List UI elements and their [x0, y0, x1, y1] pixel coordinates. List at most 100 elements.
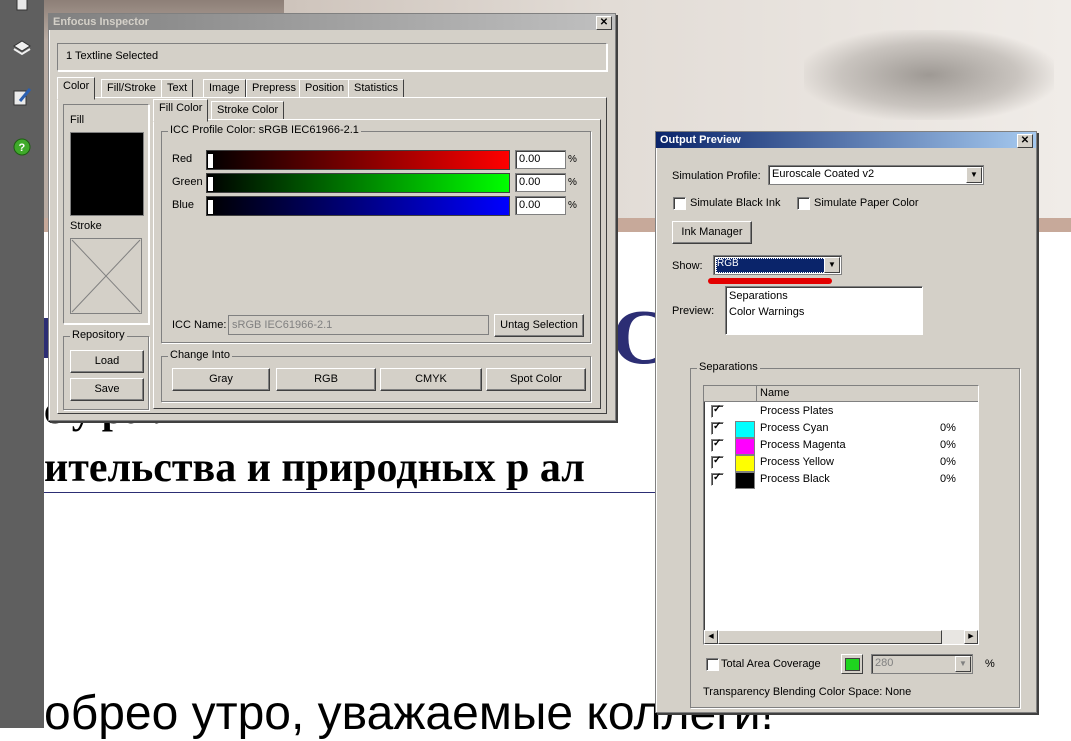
tab-stroke-color[interactable]: Stroke Color	[211, 101, 285, 121]
fill-swatch[interactable]	[70, 132, 144, 216]
cyan-checkbox[interactable]: ✓	[711, 421, 724, 435]
show-label: Show:	[672, 260, 703, 272]
yellow-swatch	[735, 455, 755, 472]
red-label: Red	[172, 153, 193, 165]
simulation-profile-label: Simulation Profile:	[672, 170, 761, 182]
tab-text[interactable]: Text	[161, 79, 194, 99]
separation-percent: 0%	[940, 473, 956, 485]
close-icon[interactable]: ✕	[596, 16, 612, 30]
separation-row-cyan[interactable]: ✓ Process Cyan 0%	[704, 421, 974, 438]
separation-percent: 0%	[940, 439, 956, 451]
gray-button[interactable]: Gray	[172, 368, 270, 391]
tab-statistics[interactable]: Statistics	[348, 79, 405, 99]
ink-manager-button[interactable]: Ink Manager	[672, 221, 752, 244]
simulate-paper-color-label[interactable]: Simulate Paper Color	[814, 197, 919, 209]
separation-row-plates[interactable]: ✓ Process Plates	[704, 404, 974, 421]
svg-text:?: ?	[19, 142, 26, 154]
preview-label: Preview:	[672, 305, 715, 317]
horizontal-scrollbar[interactable]: ◀ ▶	[704, 630, 978, 644]
preview-list[interactable]: Separations Color Warnings	[725, 286, 923, 335]
red-slider[interactable]	[206, 150, 510, 170]
green-slider[interactable]	[206, 173, 510, 193]
change-into-group: Change Into Gray RGB CMYK Spot Color	[161, 349, 591, 402]
show-select[interactable]: RGB ▼	[713, 255, 842, 275]
stroke-none-swatch[interactable]	[70, 238, 142, 314]
inspector-title: Enfocus Inspector	[53, 16, 149, 28]
magenta-checkbox[interactable]: ✓	[711, 438, 724, 452]
output-preview-title: Output Preview	[660, 134, 741, 146]
icc-name-label: ICC Name:	[172, 319, 227, 331]
output-preview-titlebar[interactable]: Output Preview ✕	[656, 132, 1036, 148]
coverage-value-select: 280 ▼	[871, 654, 973, 674]
cyan-swatch	[735, 421, 755, 438]
tab-image[interactable]: Image	[203, 79, 246, 99]
percent-column-header	[933, 386, 978, 402]
close-icon[interactable]: ✕	[1017, 134, 1033, 148]
edit-document-icon[interactable]	[12, 87, 32, 107]
cmyk-button[interactable]: CMYK	[380, 368, 482, 391]
simulate-black-ink-checkbox[interactable]	[673, 197, 686, 210]
blue-slider[interactable]	[206, 196, 510, 216]
separation-row-black[interactable]: ✓ Process Black 0%	[704, 472, 974, 489]
blue-value-field[interactable]: 0.00	[515, 196, 566, 215]
separation-name: Process Black	[760, 473, 830, 485]
help-icon[interactable]: ?	[12, 137, 32, 157]
yellow-checkbox[interactable]: ✓	[711, 455, 724, 469]
green-unit: %	[568, 177, 577, 188]
left-toolbar: ?	[0, 0, 44, 728]
blending-value: None	[885, 686, 912, 698]
simulate-paper-color-checkbox[interactable]	[797, 197, 810, 210]
tab-prepress[interactable]: Prepress	[246, 79, 303, 99]
coverage-unit: %	[985, 658, 995, 670]
tab-position[interactable]: Position	[299, 79, 351, 99]
preview-option-separations[interactable]: Separations	[729, 290, 788, 302]
coverage-color-swatch	[845, 658, 860, 671]
separation-row-magenta[interactable]: ✓ Process Magenta 0%	[704, 438, 974, 455]
green-value-field[interactable]: 0.00	[515, 173, 566, 192]
tab-fill-color[interactable]: Fill Color	[153, 99, 209, 122]
green-slider-thumb[interactable]	[207, 176, 214, 192]
layers-icon[interactable]	[12, 38, 32, 58]
stroke-label: Stroke	[70, 220, 102, 232]
chevron-down-icon: ▼	[955, 656, 971, 672]
scroll-right-icon[interactable]: ▶	[964, 630, 978, 644]
black-checkbox[interactable]: ✓	[711, 472, 724, 486]
inspector-titlebar[interactable]: Enfocus Inspector ✕	[49, 14, 615, 30]
scroll-left-icon[interactable]: ◀	[704, 630, 718, 644]
simulate-black-ink-label[interactable]: Simulate Black Ink	[690, 197, 780, 209]
simulation-profile-value: Euroscale Coated v2	[772, 168, 875, 180]
separation-name: Process Plates	[760, 405, 834, 417]
total-area-coverage-label[interactable]: Total Area Coverage	[721, 658, 821, 670]
coverage-color-button[interactable]	[841, 654, 863, 674]
spot-color-button[interactable]: Spot Color	[486, 368, 586, 391]
preview-option-color-warnings[interactable]: Color Warnings	[729, 306, 804, 318]
chevron-down-icon[interactable]: ▼	[966, 167, 982, 183]
scrollbar-thumb[interactable]	[718, 630, 942, 644]
blue-label: Blue	[172, 199, 195, 211]
icc-profile-label: ICC Profile Color: sRGB IEC61966-2.1	[168, 124, 361, 136]
blending-label: Transparency Blending Color Space:	[703, 686, 883, 698]
separations-list[interactable]: Name ✓ Process Plates ✓ Process Cyan 0% …	[703, 385, 979, 645]
document-icon[interactable]	[12, 0, 32, 14]
tab-color[interactable]: Color	[57, 77, 96, 100]
red-value-field[interactable]: 0.00	[515, 150, 566, 169]
name-column-header[interactable]: Name	[756, 386, 934, 402]
simulation-profile-select[interactable]: Euroscale Coated v2 ▼	[768, 165, 984, 185]
red-annotation-stroke	[708, 278, 832, 284]
plates-checkbox[interactable]: ✓	[711, 404, 724, 418]
tab-fill-stroke[interactable]: Fill/Stroke	[101, 79, 162, 99]
untag-selection-button[interactable]: Untag Selection	[494, 314, 584, 337]
photo-blur-area	[804, 30, 1054, 120]
separations-label: Separations	[697, 361, 760, 373]
name-column-label: Name	[760, 387, 790, 399]
total-area-coverage-checkbox[interactable]	[706, 658, 719, 671]
save-button[interactable]: Save	[70, 378, 144, 401]
red-slider-thumb[interactable]	[207, 153, 214, 169]
load-button[interactable]: Load	[70, 350, 144, 373]
show-value: RGB	[717, 258, 739, 269]
separation-name: Process Cyan	[760, 422, 829, 434]
rgb-button[interactable]: RGB	[276, 368, 376, 391]
chevron-down-icon[interactable]: ▼	[824, 257, 840, 273]
separation-row-yellow[interactable]: ✓ Process Yellow 0%	[704, 455, 974, 472]
blue-slider-thumb[interactable]	[207, 199, 214, 215]
